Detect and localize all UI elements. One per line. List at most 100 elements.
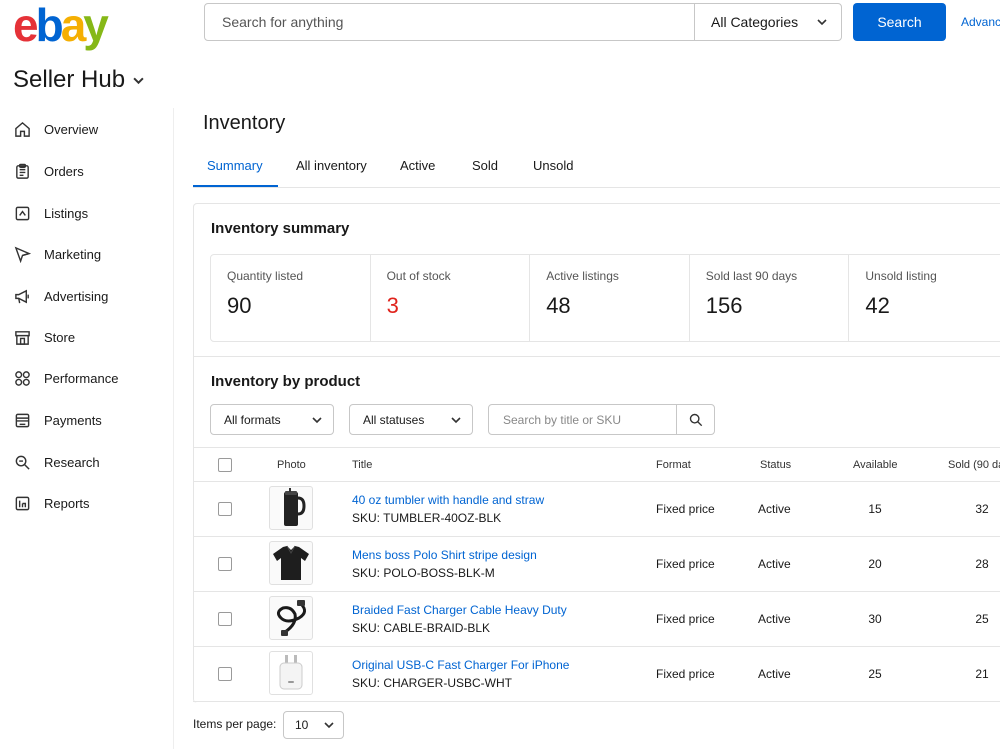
sidebar-item-label: Payments <box>44 413 102 428</box>
inventory-summary-title: Inventory summary <box>211 220 350 237</box>
sku-search-input[interactable] <box>489 412 676 427</box>
section-divider <box>193 356 1000 357</box>
table-row: Mens boss Polo Shirt stripe design SKU: … <box>193 537 1000 592</box>
sidebar-item-label: Performance <box>44 371 119 386</box>
product-sku: SKU: CHARGER-USBC-WHT <box>352 676 513 690</box>
chevron-down-icon <box>133 77 144 84</box>
column-header-sold[interactable]: Sold (90 da <box>948 459 1000 471</box>
logo-letter-y: y <box>83 0 109 51</box>
stat-label: Quantity listed <box>227 269 304 283</box>
tumbler-image <box>284 488 306 526</box>
reports-icon <box>15 496 30 511</box>
product-title-link[interactable]: 40 oz tumbler with handle and straw <box>352 493 544 507</box>
sidebar-item-label: Reports <box>44 496 90 511</box>
payments-icon <box>15 413 30 428</box>
sidebar-item-orders[interactable]: Orders <box>14 163 84 180</box>
stat-value: 42 <box>865 293 890 318</box>
row-checkbox[interactable] <box>218 667 232 681</box>
select-all-checkbox[interactable] <box>218 458 232 472</box>
row-checkbox[interactable] <box>218 557 232 571</box>
product-title-link[interactable]: Original USB-C Fast Charger For iPhone <box>352 658 569 672</box>
stat-unsold-listings[interactable]: Unsold listing 42 <box>849 255 1000 341</box>
chevron-down-icon <box>312 416 322 423</box>
sidebar-item-marketing[interactable]: Marketing <box>14 246 101 263</box>
sidebar-item-overview[interactable]: Overview <box>14 121 98 138</box>
product-sold: 25 <box>975 612 989 626</box>
tab-all-inventory[interactable]: All inventory <box>296 158 367 173</box>
sku-search-button[interactable] <box>676 405 714 434</box>
send-icon <box>14 246 31 263</box>
product-available: 25 <box>868 667 882 681</box>
sidebar-item-reports[interactable]: Reports <box>14 495 90 512</box>
column-header-title[interactable]: Title <box>352 459 372 471</box>
search-button[interactable]: Search <box>853 3 946 41</box>
column-header-status[interactable]: Status <box>760 459 791 471</box>
stat-value: 156 <box>705 293 743 318</box>
advanced-search-link[interactable]: Advanc <box>961 15 1000 29</box>
stat-label: Active listings <box>546 269 619 283</box>
sidebar-item-store[interactable]: Store <box>14 329 75 346</box>
stat-active-listings[interactable]: Active listings 48 <box>530 255 690 341</box>
product-status: Active <box>758 612 791 626</box>
seller-hub-title[interactable]: Seller Hub <box>13 66 144 94</box>
format-filter[interactable]: All formats <box>210 404 334 435</box>
inventory-by-product-title: Inventory by product <box>211 373 361 390</box>
stat-out-of-stock[interactable]: Out of stock 3 <box>371 255 531 341</box>
row-checkbox[interactable] <box>218 612 232 626</box>
charger-photo[interactable] <box>269 651 313 695</box>
home-icon <box>15 121 30 137</box>
status-filter[interactable]: All statuses <box>349 404 473 435</box>
product-status: Active <box>758 667 791 681</box>
product-available: 30 <box>868 612 882 626</box>
tumbler-photo[interactable] <box>269 486 313 530</box>
logo-letter-e: e <box>13 0 39 51</box>
category-select[interactable]: All Categories <box>694 4 841 40</box>
sidebar-item-label: Store <box>44 330 76 345</box>
product-format: Fixed price <box>656 502 715 516</box>
sidebar-item-listings[interactable]: Listings <box>14 205 88 222</box>
sidebar-item-label: Marketing <box>44 247 102 262</box>
product-available: 15 <box>868 502 882 516</box>
stat-sold-last-90-days[interactable]: Sold last 90 days 156 <box>690 255 850 341</box>
sku-search <box>488 404 715 435</box>
items-per-page-value: 10 <box>295 718 309 732</box>
sidebar-item-label: Overview <box>44 122 99 137</box>
polo-shirt-image <box>273 545 309 580</box>
sidebar-item-performance[interactable]: Performance <box>14 370 118 387</box>
search-input[interactable] <box>205 4 694 40</box>
product-status: Active <box>758 557 791 571</box>
sidebar-item-label: Research <box>44 455 100 470</box>
format-filter-label: All formats <box>224 412 281 427</box>
store-icon <box>15 331 30 345</box>
row-checkbox[interactable] <box>218 502 232 516</box>
sidebar-item-research[interactable]: Research <box>14 454 100 471</box>
tab-bar: Summary All inventory Active Sold Unsold <box>193 150 1000 188</box>
sidebar-item-label: Listings <box>44 206 89 221</box>
product-title-link[interactable]: Braided Fast Charger Cable Heavy Duty <box>352 603 567 617</box>
cable-image <box>276 600 306 636</box>
sidebar-item-advertising[interactable]: Advertising <box>14 288 108 305</box>
items-per-page-select[interactable]: 10 <box>283 711 344 739</box>
product-sku: SKU: CABLE-BRAID-BLK <box>352 621 491 635</box>
product-sold: 21 <box>975 667 989 681</box>
tab-active[interactable]: Active <box>400 158 435 173</box>
tab-unsold[interactable]: Unsold <box>533 158 573 173</box>
product-title-link[interactable]: Mens boss Polo Shirt stripe design <box>352 548 537 562</box>
logo-letter-a: a <box>60 0 87 51</box>
product-sku: SKU: TUMBLER-40OZ-BLK <box>352 511 502 525</box>
sidebar-item-label: Advertising <box>44 289 109 304</box>
stat-label: Unsold listing <box>865 269 937 283</box>
polo-shirt-photo[interactable] <box>269 541 313 585</box>
product-status: Active <box>758 502 791 516</box>
cable-photo[interactable] <box>269 596 313 640</box>
sidebar-item-payments[interactable]: Payments <box>14 412 102 429</box>
chevron-down-icon <box>324 722 334 729</box>
ebay-logo[interactable]: ebay <box>13 0 109 51</box>
tab-summary[interactable]: Summary <box>207 158 263 173</box>
tab-sold[interactable]: Sold <box>472 158 498 173</box>
category-select-label: All Categories <box>711 14 799 30</box>
table-row: 40 oz tumbler with handle and straw SKU:… <box>193 482 1000 537</box>
column-header-available[interactable]: Available <box>853 459 897 471</box>
column-header-format[interactable]: Format <box>656 459 691 471</box>
stat-quantity-listed[interactable]: Quantity listed 90 <box>211 255 371 341</box>
